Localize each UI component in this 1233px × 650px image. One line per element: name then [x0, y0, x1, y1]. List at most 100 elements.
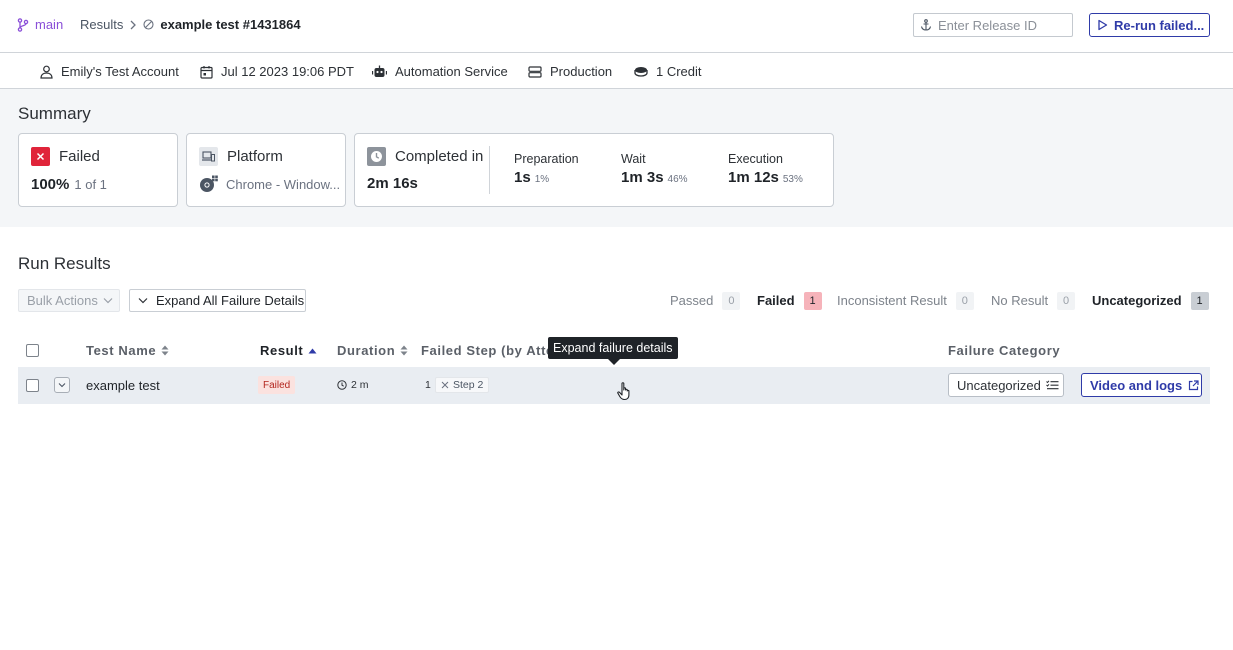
breadcrumb-results[interactable]: Results: [80, 17, 123, 32]
branch-link[interactable]: main: [17, 17, 63, 32]
environment-name: Production: [550, 64, 613, 79]
filter-no-result[interactable]: No Result 0: [991, 291, 1076, 310]
status-badge: Failed: [258, 376, 296, 394]
breadcrumb: Results example test #1431864: [80, 17, 301, 32]
column-label: Test Name: [86, 343, 157, 358]
failed-step-label: Step 2: [453, 379, 484, 391]
meta-environment: Production: [528, 64, 612, 79]
video-and-logs-button[interactable]: Video and logs: [1081, 373, 1202, 397]
close-icon: [31, 147, 50, 166]
chevron-down-icon: [58, 382, 66, 388]
platform-value: Chrome - Window...: [226, 176, 341, 192]
phase-percent: 1%: [534, 174, 550, 185]
clock-icon: [337, 380, 347, 390]
meta-date: Jul 12 2023 19:06 PDT: [200, 64, 354, 79]
chevron-down-icon: [138, 297, 148, 304]
run-date: Jul 12 2023 19:06 PDT: [221, 64, 354, 79]
column-label: Failed Step (by Atte: [421, 343, 554, 358]
column-label: Result: [260, 343, 304, 358]
status-percent: 100%: [31, 176, 70, 193]
platform-card: Platform Chrome - Window...: [186, 133, 346, 207]
phase-label: Execution: [728, 152, 783, 166]
platform-card-title: Platform: [199, 147, 283, 166]
filter-label: Uncategorized: [1092, 293, 1182, 308]
filter-inconsistent[interactable]: Inconsistent Result 0: [837, 291, 974, 310]
expand-all-button[interactable]: Expand All Failure Details: [129, 289, 306, 312]
calendar-icon: [200, 65, 213, 79]
meta-account: Emily's Test Account: [40, 64, 179, 79]
sort-ascending-icon: [308, 348, 317, 354]
anchor-icon: [920, 19, 932, 31]
column-label: Failure Category: [948, 343, 1061, 358]
status-label: Failed: [59, 148, 100, 165]
filter-count: 0: [722, 291, 741, 310]
branch-name[interactable]: main: [35, 17, 63, 32]
tooltip-arrow: [608, 359, 620, 365]
attempt-number: 1: [425, 379, 431, 391]
column-header-failed-step: Failed Step (by Atte: [421, 343, 554, 358]
devices-icon: [199, 147, 218, 166]
sort-icon: [161, 345, 169, 356]
filter-label: No Result: [991, 293, 1049, 308]
chevron-right-icon: [129, 20, 137, 30]
column-header-duration[interactable]: Duration: [337, 343, 408, 358]
status-stats: 100% 1 of 1: [31, 176, 107, 193]
git-branch-icon: [17, 17, 29, 32]
phase-percent: 46%: [667, 174, 688, 185]
status-card-title: Failed: [31, 147, 100, 166]
phase-value: 1s: [514, 169, 531, 186]
select-all-checkbox[interactable]: [26, 344, 39, 357]
top-bar: main Results example test #1431864 Re-ru…: [0, 0, 1233, 53]
clock-icon: [367, 147, 386, 166]
column-label: Duration: [337, 343, 396, 358]
chevron-down-icon: [103, 297, 113, 304]
failed-step-pill[interactable]: Step 2: [435, 377, 490, 393]
prohibited-icon: [143, 19, 154, 30]
filter-label: Failed: [757, 293, 795, 308]
x-icon: [441, 381, 449, 389]
filter-passed[interactable]: Passed 0: [670, 291, 741, 310]
row-checkbox[interactable]: [26, 379, 39, 392]
breadcrumb-current: example test #1431864: [160, 17, 301, 32]
chrome-windows-icon: [199, 175, 219, 193]
server-icon: [528, 65, 542, 78]
test-name[interactable]: example test: [86, 378, 160, 393]
bulk-actions-button[interactable]: Bulk Actions: [18, 289, 120, 312]
divider: [489, 146, 490, 194]
summary-section: Summary Failed 100% 1 of 1 Platform Chro…: [0, 89, 1233, 227]
column-header-failure-category: Failure Category: [948, 343, 1060, 358]
release-id-field[interactable]: [913, 13, 1073, 37]
release-id-input[interactable]: [938, 17, 1066, 33]
expand-row-button[interactable]: [54, 377, 70, 393]
column-header-test-name[interactable]: Test Name: [86, 343, 169, 358]
column-header-result[interactable]: Result: [260, 343, 317, 358]
phase-execution: Execution 1m 12s 53%: [728, 152, 803, 186]
total-duration: 2m 16s: [367, 175, 418, 192]
filter-count: 1: [1190, 291, 1209, 310]
coins-icon: [634, 66, 648, 77]
duration-value: 2 m: [351, 379, 369, 391]
duration-cell: 2 m: [337, 379, 369, 391]
completed-label: Completed in: [395, 148, 484, 165]
platform-label: Platform: [227, 148, 283, 165]
sort-icon: [400, 345, 408, 356]
credits-value: 1 Credit: [656, 64, 702, 79]
phase-wait: Wait 1m 3s 46%: [621, 152, 688, 186]
robot-icon: [372, 65, 387, 78]
filter-count: 0: [1057, 291, 1076, 310]
status-card: Failed 100% 1 of 1: [18, 133, 178, 207]
time-card-title: Completed in: [367, 147, 483, 166]
meta-credits: 1 Credit: [634, 64, 702, 79]
filter-failed[interactable]: Failed 1: [757, 291, 822, 310]
account-name: Emily's Test Account: [61, 64, 179, 79]
status-count: 1 of 1: [74, 177, 107, 192]
play-icon: [1097, 19, 1108, 31]
summary-title: Summary: [18, 104, 91, 123]
user-icon: [40, 65, 53, 79]
phase-value: 1m 3s: [621, 169, 664, 186]
filter-uncategorized[interactable]: Uncategorized 1: [1092, 291, 1209, 310]
rerun-failed-button[interactable]: Re-run failed...: [1089, 13, 1210, 37]
run-results-title: Run Results: [18, 254, 111, 273]
failure-category-button[interactable]: Uncategorized: [948, 373, 1064, 397]
run-meta-bar: Emily's Test Account Jul 12 2023 19:06 P…: [0, 54, 1233, 89]
